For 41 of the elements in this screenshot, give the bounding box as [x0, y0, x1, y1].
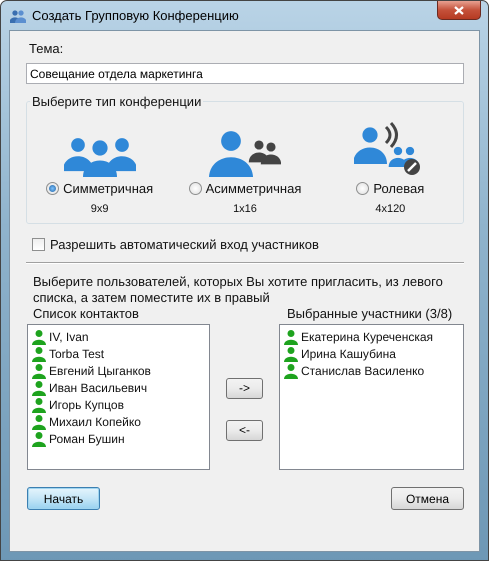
remove-button[interactable]: <-: [226, 420, 263, 440]
cancel-button[interactable]: Отмена: [391, 487, 464, 510]
contact-icon: [31, 362, 47, 378]
contact-item[interactable]: Михаил Копейко: [31, 413, 206, 430]
contact-icon: [31, 380, 47, 396]
contact-item[interactable]: Torba Test: [31, 345, 206, 362]
conference-type-radio[interactable]: Симметричная: [46, 181, 154, 196]
add-button[interactable]: ->: [226, 378, 263, 398]
contact-item[interactable]: Роман Бушин: [31, 430, 206, 447]
list-title: Выбранные участники (3/8): [286, 306, 454, 323]
participant-item[interactable]: Станислав Василенко: [283, 362, 460, 379]
contact-item[interactable]: Евгений Цыганков: [31, 362, 206, 379]
contact-icon: [31, 430, 47, 446]
contact-icon: [31, 328, 47, 344]
contact-icon: [283, 362, 299, 378]
auto-join-checkbox[interactable]: Разрешить автоматический вход участников: [32, 237, 464, 252]
contact-icon: [283, 346, 299, 362]
capacity-label: 4x120: [375, 203, 406, 215]
participant-item[interactable]: Екатерина Куреченская: [283, 328, 460, 345]
contact-item[interactable]: IV, Ivan: [31, 328, 206, 345]
window-title: Создать Групповую Конференцию: [32, 8, 239, 23]
contact-icon: [31, 414, 47, 430]
contact-item[interactable]: Игорь Купцов: [31, 396, 206, 413]
capacity-label: 1x16: [233, 203, 257, 215]
contact-icon: [31, 346, 47, 362]
conference-type-radio[interactable]: Ролевая: [356, 181, 424, 196]
conference-type-radio[interactable]: Асимметричная: [188, 181, 302, 196]
close-icon: [454, 6, 464, 14]
list-title: Список контактов: [32, 306, 140, 323]
instructions-text: Выберите пользователей, которых Вы хотите пригласить, из левого списка, а затем поместите их в правый: [33, 274, 444, 306]
capacity-label: 9x9: [90, 203, 109, 215]
topic-label: Тема:: [29, 41, 64, 56]
close-button[interactable]: [437, 1, 481, 20]
contact-icon: [31, 396, 47, 412]
contact-icon: [283, 328, 299, 344]
contact-item[interactable]: Иван Васильевич: [31, 379, 206, 396]
participant-item[interactable]: Ирина Кашубина: [283, 345, 460, 362]
start-button[interactable]: Начать: [27, 487, 100, 510]
group-title: Выберите тип конференции: [31, 94, 202, 109]
topic-field[interactable]: Совещание отдела маркетинга: [26, 63, 464, 84]
people-icon: [10, 8, 26, 22]
